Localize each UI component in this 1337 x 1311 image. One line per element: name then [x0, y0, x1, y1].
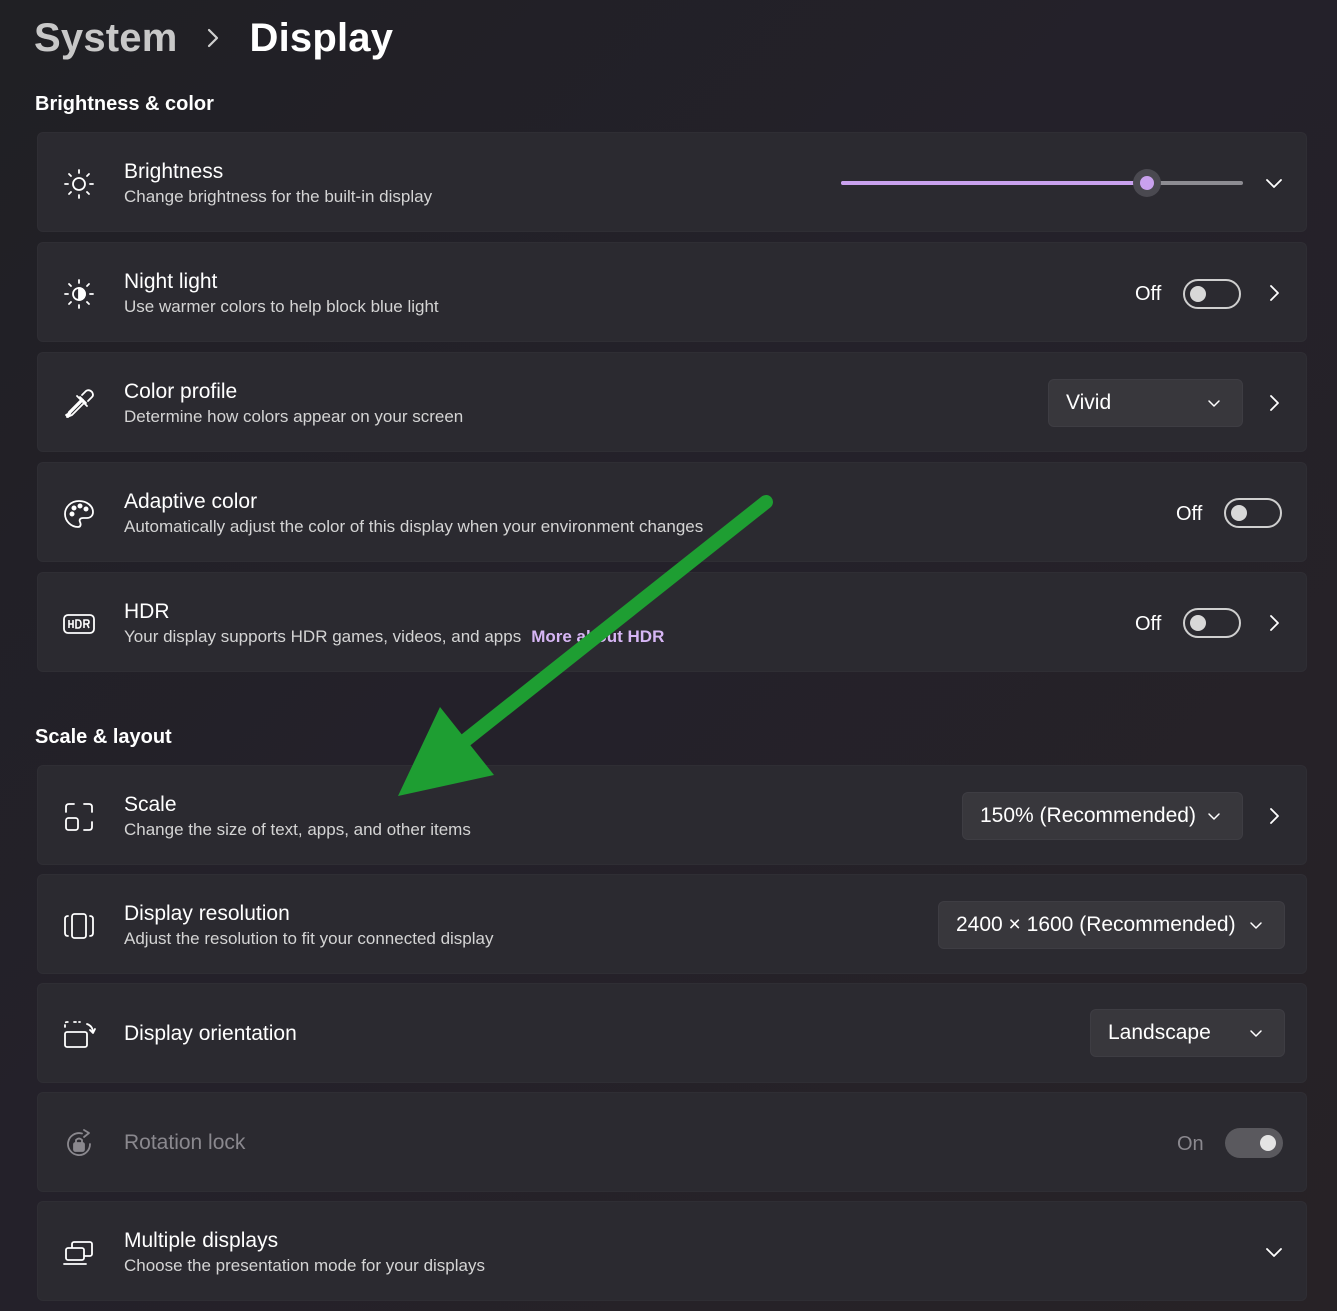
- multiple-displays-title: Multiple displays: [124, 1229, 279, 1252]
- brightness-desc: Change brightness for the built-in displ…: [124, 187, 433, 206]
- orientation-icon: [62, 1018, 96, 1052]
- hdr-card[interactable]: HDR Your display supports HDR games, vid…: [37, 572, 1307, 672]
- resolution-icon: [62, 909, 96, 943]
- toggle-knob: [1231, 505, 1247, 521]
- toggle-knob: [1190, 286, 1206, 302]
- chevron-down-icon: [1248, 1025, 1264, 1041]
- hdr-icon: [62, 607, 96, 641]
- rotation-lock-card: Rotation lock On: [37, 1092, 1307, 1192]
- color-profile-title: Color profile: [124, 380, 238, 403]
- color-profile-card[interactable]: Color profile Determine how colors appea…: [37, 352, 1307, 452]
- hdr-toggle[interactable]: [1183, 608, 1241, 638]
- scale-desc: Change the size of text, apps, and other…: [124, 820, 471, 839]
- orientation-value: Landscape: [1108, 1021, 1211, 1044]
- slider-fill: [841, 181, 1147, 185]
- display-resolution-card[interactable]: Display resolution Adjust the resolution…: [37, 874, 1307, 974]
- adaptive-color-title: Adaptive color: [124, 490, 258, 513]
- scale-value: 150% (Recommended): [980, 804, 1196, 827]
- chevron-down-icon[interactable]: [1264, 1242, 1284, 1262]
- hdr-desc-line: Your display supports HDR games, videos,…: [124, 626, 664, 648]
- display-resolution-desc: Adjust the resolution to fit your connec…: [124, 929, 494, 948]
- chevron-right-icon[interactable]: [1264, 393, 1284, 413]
- orientation-dropdown[interactable]: Landscape: [1090, 1009, 1285, 1057]
- resolution-dropdown[interactable]: 2400 × 1600 (Recommended): [938, 901, 1285, 949]
- chevron-right-icon[interactable]: [1264, 806, 1284, 826]
- chevron-down-icon: [1206, 808, 1222, 824]
- hdr-desc: Your display supports HDR games, videos,…: [124, 627, 522, 646]
- rotation-lock-toggle: [1225, 1128, 1283, 1158]
- palette-icon: [62, 497, 96, 531]
- eyedropper-icon: [62, 387, 96, 421]
- chevron-right-icon: [198, 23, 228, 53]
- rotation-lock-title: Rotation lock: [124, 1131, 246, 1154]
- multiple-displays-desc: Choose the presentation mode for your di…: [124, 1256, 485, 1275]
- night-light-title: Night light: [124, 270, 218, 293]
- adaptive-color-state: Off: [1176, 503, 1203, 525]
- color-profile-value: Vivid: [1066, 391, 1112, 414]
- rotation-lock-state: On: [1177, 1133, 1204, 1155]
- night-light-icon: [62, 277, 96, 311]
- color-profile-dropdown[interactable]: Vivid: [1048, 379, 1243, 427]
- page-title: Display: [249, 15, 394, 60]
- scale-icon: [62, 800, 96, 834]
- chevron-down-icon[interactable]: [1264, 173, 1284, 193]
- section-title-scale-layout: Scale & layout: [35, 726, 172, 748]
- multiple-displays-icon: [62, 1236, 96, 1270]
- breadcrumb-system[interactable]: System: [34, 16, 178, 61]
- adaptive-color-card[interactable]: Adaptive color Automatically adjust the …: [37, 462, 1307, 562]
- toggle-knob: [1260, 1135, 1276, 1151]
- display-resolution-title: Display resolution: [124, 902, 290, 925]
- adaptive-color-toggle[interactable]: [1224, 498, 1282, 528]
- night-light-desc: Use warmer colors to help block blue lig…: [124, 297, 439, 316]
- hdr-state: Off: [1135, 613, 1162, 635]
- chevron-down-icon: [1206, 395, 1222, 411]
- scale-dropdown[interactable]: 150% (Recommended): [962, 792, 1243, 840]
- display-orientation-card[interactable]: Display orientation Landscape: [37, 983, 1307, 1083]
- slider-thumb[interactable]: [1132, 169, 1161, 197]
- breadcrumb: System Display: [34, 10, 393, 66]
- brightness-title: Brightness: [124, 160, 224, 183]
- toggle-knob: [1190, 615, 1206, 631]
- scale-title: Scale: [124, 793, 177, 816]
- chevron-right-icon[interactable]: [1264, 613, 1284, 633]
- scale-card[interactable]: Scale Change the size of text, apps, and…: [37, 765, 1307, 865]
- more-about-hdr-link[interactable]: More about HDR: [531, 627, 664, 646]
- color-profile-desc: Determine how colors appear on your scre…: [124, 407, 464, 426]
- night-light-toggle[interactable]: [1183, 279, 1241, 309]
- night-light-card[interactable]: Night light Use warmer colors to help bl…: [37, 242, 1307, 342]
- night-light-state: Off: [1135, 283, 1162, 305]
- display-orientation-title: Display orientation: [124, 1022, 297, 1045]
- brightness-slider[interactable]: [841, 169, 1243, 197]
- rotation-lock-icon: [62, 1127, 96, 1161]
- brightness-card[interactable]: Brightness Change brightness for the bui…: [37, 132, 1307, 232]
- multiple-displays-card[interactable]: Multiple displays Choose the presentatio…: [37, 1201, 1307, 1301]
- sun-icon: [62, 167, 96, 201]
- chevron-right-icon[interactable]: [1264, 283, 1284, 303]
- chevron-down-icon: [1248, 917, 1264, 933]
- hdr-title: HDR: [124, 600, 170, 623]
- adaptive-color-desc: Automatically adjust the color of this d…: [124, 517, 704, 536]
- section-title-brightness-color: Brightness & color: [35, 93, 214, 115]
- resolution-value: 2400 × 1600 (Recommended): [956, 913, 1236, 936]
